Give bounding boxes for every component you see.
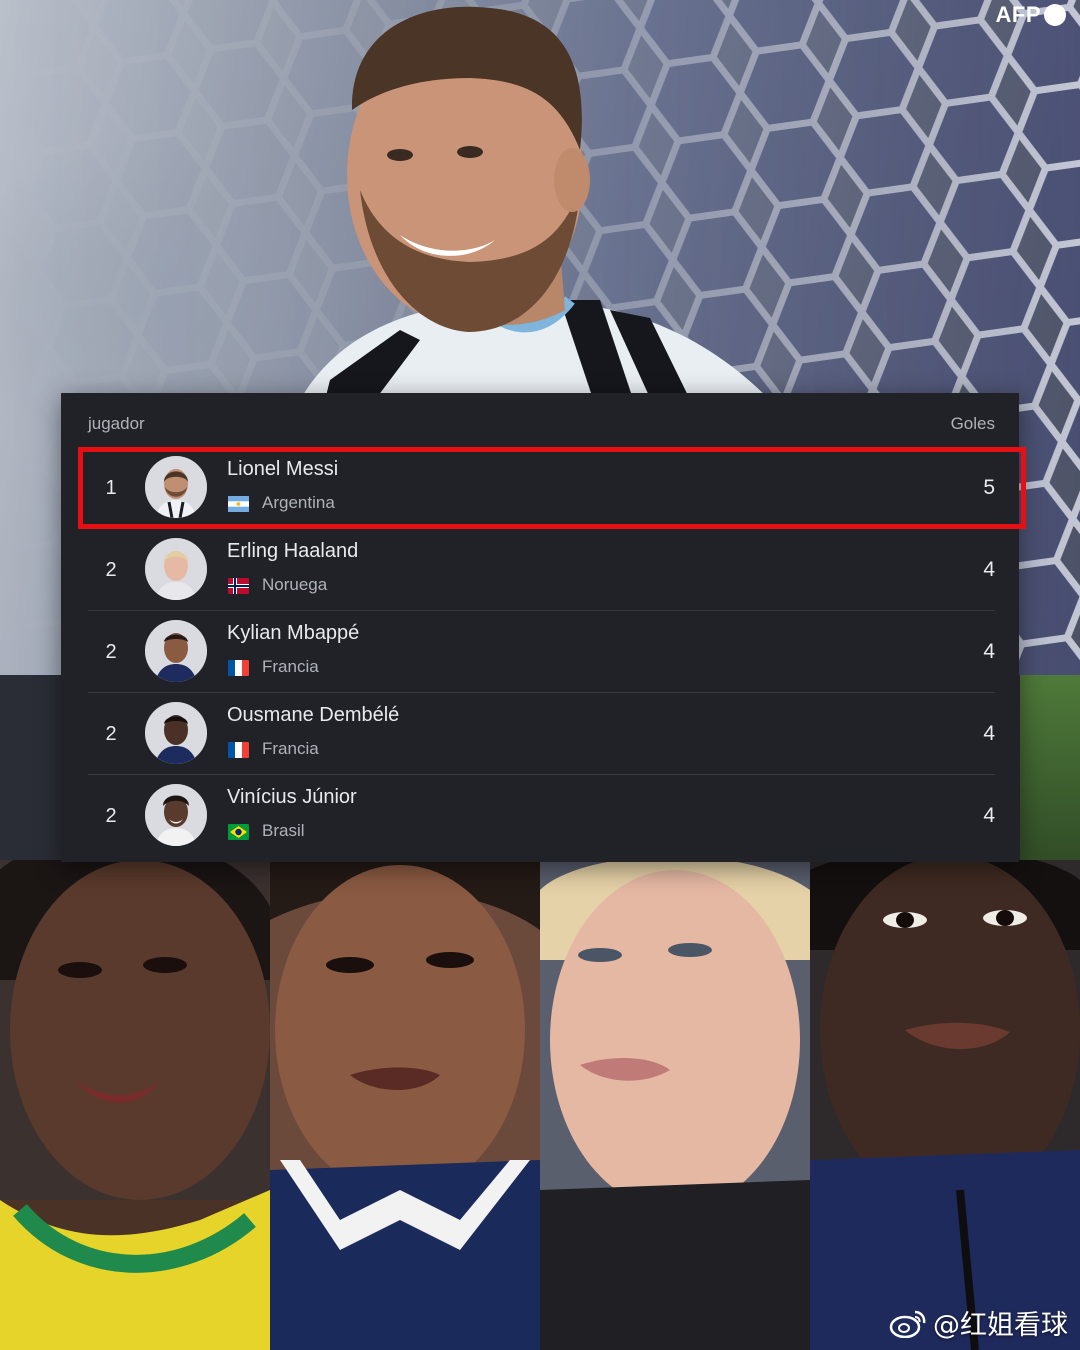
goals-count: 4 xyxy=(983,804,995,827)
player-country: Francia xyxy=(262,657,319,676)
afp-watermark: AFP xyxy=(995,2,1066,28)
leader-highlight-box xyxy=(78,447,1026,529)
player-country: Francia xyxy=(262,739,319,758)
mbappe-portrait xyxy=(270,860,540,1350)
player-name: Kylian Mbappé xyxy=(227,622,360,644)
weibo-watermark: @红姐看球 xyxy=(889,1303,1068,1342)
goals-count: 4 xyxy=(983,558,995,581)
table-row[interactable]: 2 Kylian Mbappé Francia 4 xyxy=(61,611,1019,693)
dembele-portrait xyxy=(810,860,1080,1350)
player-name: Vinícius Júnior xyxy=(227,786,357,808)
player-country: Noruega xyxy=(262,575,328,594)
player-name: Erling Haaland xyxy=(227,540,359,562)
player-avatar xyxy=(145,538,207,600)
table-row[interactable]: 2 Erling Haaland Noruega 4 xyxy=(61,529,1019,611)
player-country: Brasil xyxy=(262,821,305,840)
weibo-icon xyxy=(889,1310,926,1338)
rank-number: 2 xyxy=(105,723,117,745)
norway-flag-icon xyxy=(228,578,249,594)
brazil-flag-icon xyxy=(228,824,249,840)
rank-number: 2 xyxy=(105,559,117,581)
goals-count: 4 xyxy=(983,640,995,663)
goals-count: 4 xyxy=(983,722,995,745)
table-row[interactable]: 2 Ousmane Dembélé Francia 4 xyxy=(61,693,1019,775)
goals-column-header: Goles xyxy=(950,414,995,433)
player-name: Ousmane Dembélé xyxy=(227,704,400,726)
player-column-header: jugador xyxy=(88,414,145,433)
rank-number: 2 xyxy=(105,805,117,827)
afp-logo-text: AFP xyxy=(995,2,1041,27)
france-flag-icon xyxy=(228,742,249,758)
weibo-handle: @红姐看球 xyxy=(933,1310,1068,1341)
france-flag-icon xyxy=(228,660,249,676)
table-header: jugador Goles xyxy=(61,393,1019,455)
haaland-portrait xyxy=(540,860,810,1350)
vinicius-portrait xyxy=(0,860,270,1350)
background-pitch xyxy=(1020,675,1080,875)
rank-number: 2 xyxy=(105,641,117,663)
player-avatar xyxy=(145,620,207,682)
afp-logo-dot xyxy=(1044,4,1066,26)
table-row[interactable]: 2 Vinícius Júnior Brasil 4 xyxy=(61,775,1019,857)
player-avatar xyxy=(145,784,207,846)
player-avatar xyxy=(145,702,207,764)
